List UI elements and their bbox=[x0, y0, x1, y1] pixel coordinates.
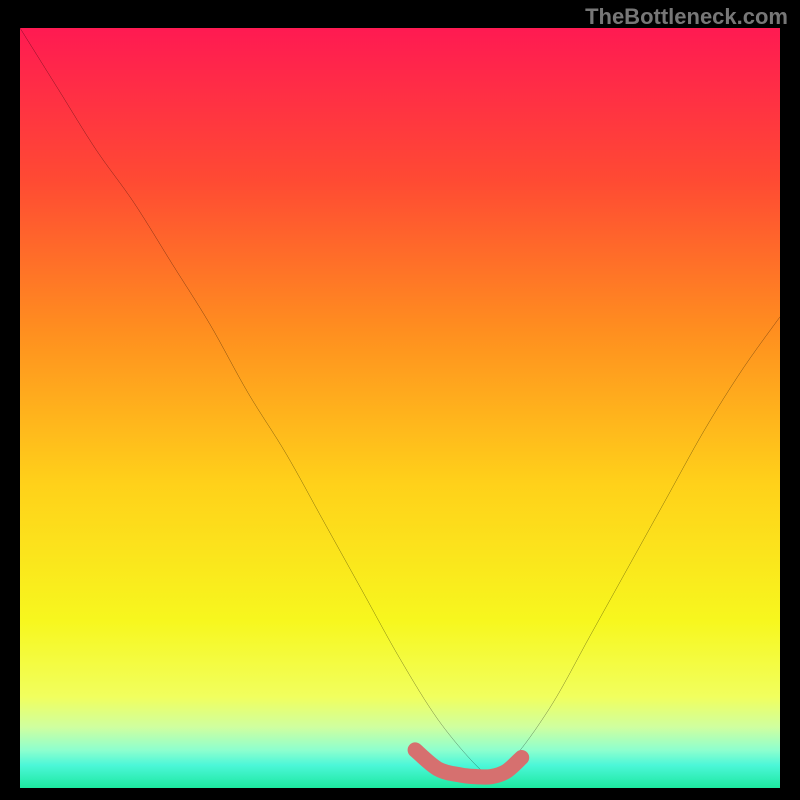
watermark-text: TheBottleneck.com bbox=[585, 4, 788, 30]
chart-plot bbox=[20, 28, 780, 788]
chart-container: TheBottleneck.com bbox=[0, 0, 800, 800]
chart-background-gradient bbox=[20, 28, 780, 788]
